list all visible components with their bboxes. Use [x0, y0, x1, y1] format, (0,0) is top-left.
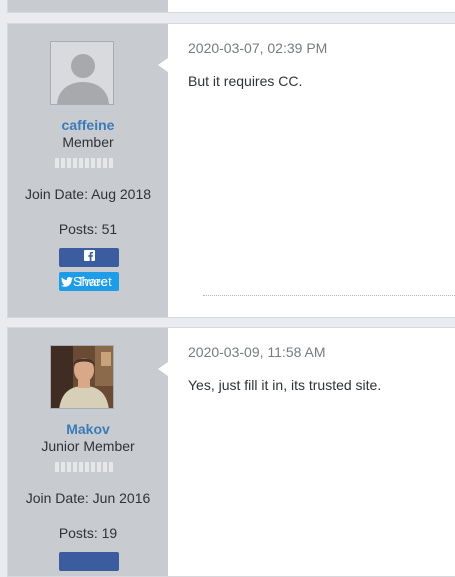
facebook-icon	[83, 250, 95, 261]
signature-divider	[203, 295, 455, 296]
post-count: Posts: 51	[58, 221, 118, 237]
user-title: Junior Member	[41, 438, 135, 454]
tweet-button[interactable]: Share Tweet	[59, 272, 119, 291]
post-makov: Makov Junior Member Join Date: Jun 2016 …	[7, 327, 455, 577]
username-link[interactable]: caffeine	[8, 117, 168, 133]
user-photo-icon	[51, 346, 113, 408]
user-title: Member	[62, 134, 114, 150]
avatar[interactable]	[50, 345, 114, 409]
previous-post	[7, 0, 455, 13]
facebook-share-button[interactable]	[59, 552, 119, 571]
join-date: Join Date: Aug 2018	[24, 186, 152, 202]
post-message: But it requires CC.	[188, 73, 303, 89]
post-message: Yes, just fill it in, its trusted site.	[188, 377, 382, 393]
reputation-bar	[55, 462, 113, 472]
reputation-bar	[55, 158, 113, 168]
previous-post-userinfo	[8, 0, 168, 12]
join-date: Join Date: Jun 2016	[25, 490, 151, 506]
post-arrow	[158, 362, 168, 376]
post-date: 2020-03-07, 02:39 PM	[188, 40, 328, 56]
post-count: Posts: 19	[58, 525, 118, 541]
post-caffeine: caffeine Member Join Date: Aug 2018 Post…	[7, 23, 455, 318]
avatar[interactable]	[50, 41, 114, 105]
username-link[interactable]: Makov	[8, 421, 168, 437]
facebook-share-button[interactable]	[59, 248, 119, 267]
userinfo-panel: caffeine Member Join Date: Aug 2018 Post…	[8, 24, 168, 317]
tweet-label: Tweet	[77, 274, 112, 289]
default-avatar-icon	[51, 42, 113, 104]
post-date: 2020-03-09, 11:58 AM	[188, 344, 326, 360]
userinfo-panel: Makov Junior Member Join Date: Jun 2016 …	[8, 328, 168, 576]
twitter-bird-icon	[61, 277, 73, 287]
post-arrow	[158, 58, 168, 72]
